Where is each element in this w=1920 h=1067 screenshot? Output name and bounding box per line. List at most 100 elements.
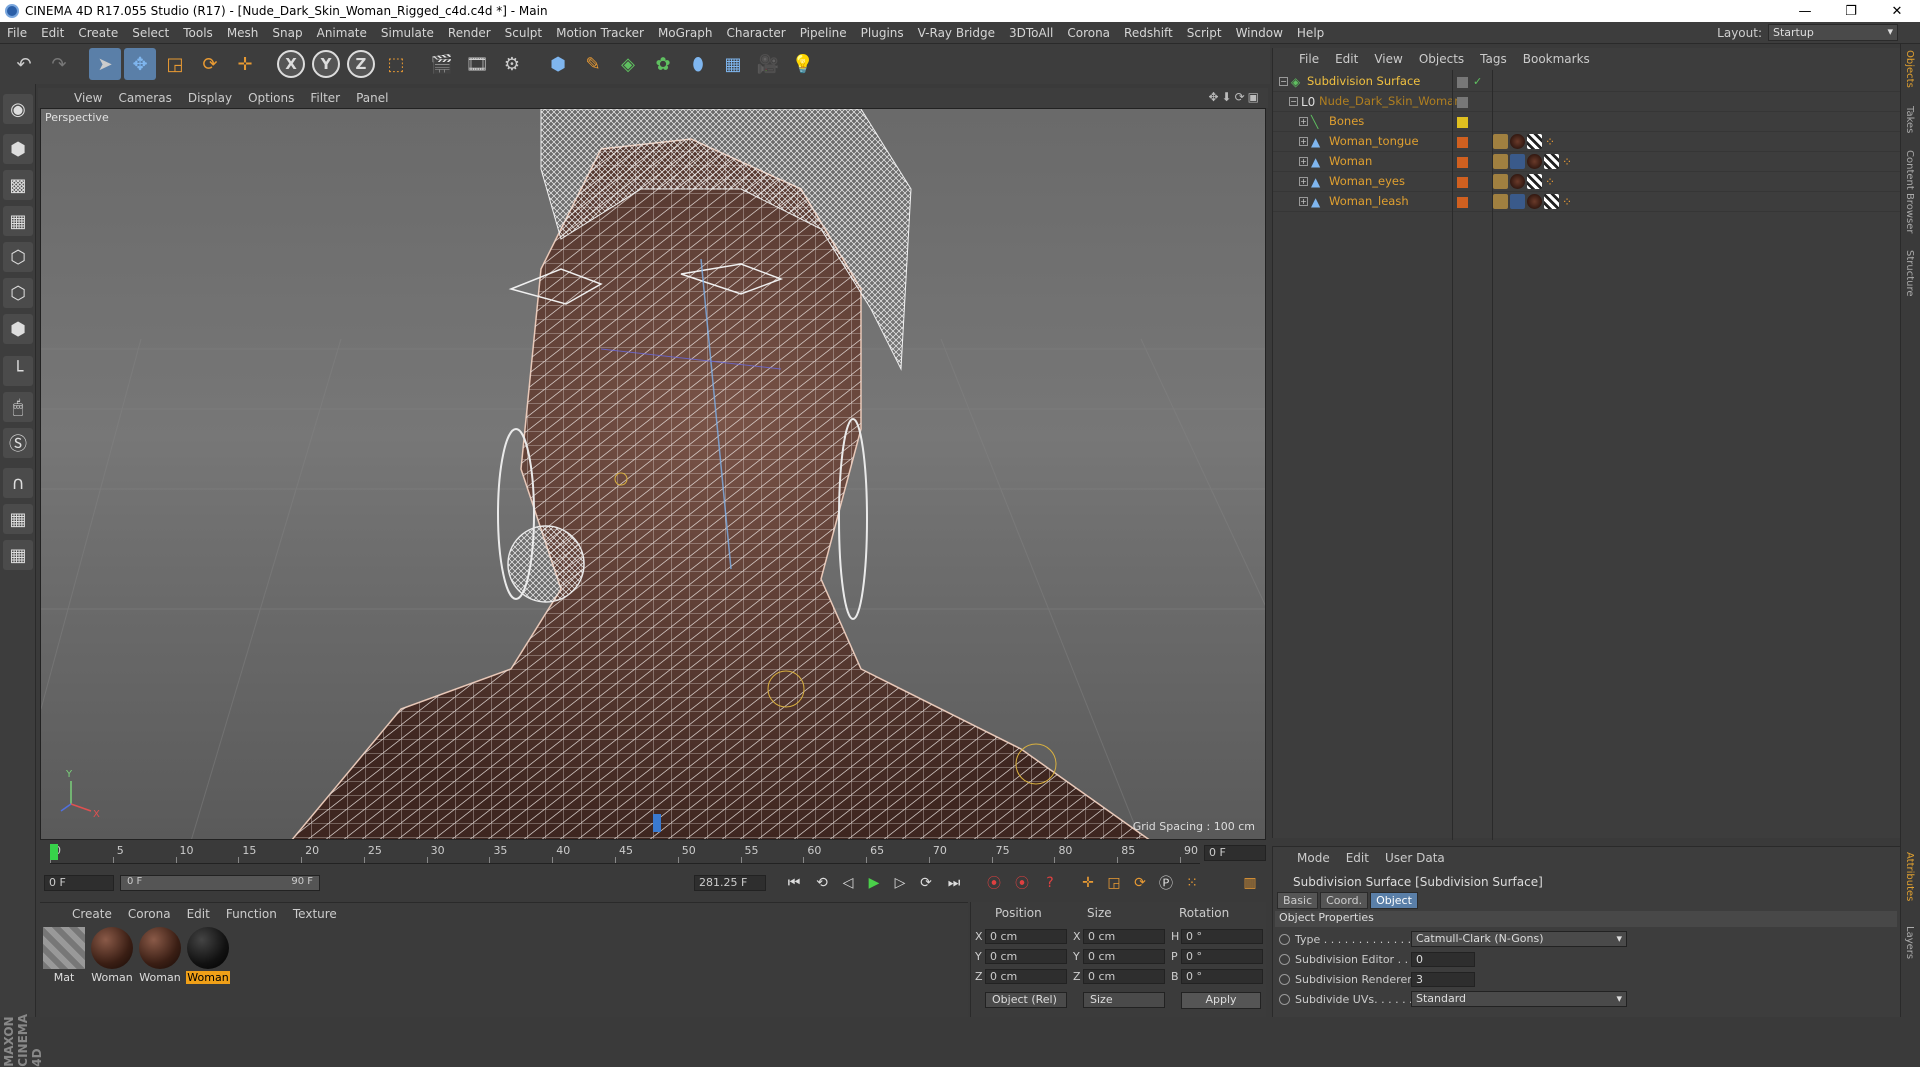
expand-toggle[interactable]: + — [1299, 177, 1308, 186]
scale-icon[interactable]: ◲ — [159, 48, 191, 80]
collapse-toggle[interactable]: − — [1279, 77, 1288, 86]
objects-menu-edit[interactable]: Edit — [1327, 52, 1366, 66]
object-row-nude-dark-skin-woman[interactable]: − L0 Nude_Dark_Skin_Woman — [1273, 92, 1901, 112]
end-frame-field[interactable]: 281.25 F — [694, 875, 766, 891]
tab-layers[interactable]: Layers — [1904, 926, 1915, 959]
size-mode-dropdown[interactable]: Size — [1083, 992, 1165, 1008]
object-row-bones[interactable]: + ╲ Bones — [1273, 112, 1901, 132]
viewport-menu-cameras[interactable]: Cameras — [110, 91, 179, 105]
material-menu-function[interactable]: Function — [218, 907, 285, 921]
key-rotation-icon[interactable]: ⟳ — [1128, 871, 1152, 895]
menu-window[interactable]: Window — [1229, 26, 1290, 40]
rotation-h-field[interactable]: 0 ° — [1181, 928, 1263, 944]
edges-mode-icon[interactable]: ⬡ — [3, 278, 33, 308]
menu-simulate[interactable]: Simulate — [374, 26, 441, 40]
menu-3dtoall[interactable]: 3DToAll — [1002, 26, 1060, 40]
deformer-icon[interactable]: ⬮ — [682, 48, 714, 80]
autokey-icon[interactable]: ⦿ — [1010, 871, 1034, 895]
key-scale-icon[interactable]: ◲ — [1102, 871, 1126, 895]
skin-tag-icon[interactable] — [1510, 154, 1525, 169]
menu-help[interactable]: Help — [1290, 26, 1331, 40]
attributes-menu-edit[interactable]: Edit — [1338, 851, 1377, 865]
undo-icon[interactable]: ↶ — [8, 48, 40, 80]
material-menu-texture[interactable]: Texture — [285, 907, 345, 921]
camera-icon[interactable]: 🎥 — [752, 48, 784, 80]
material-tag-icon[interactable] — [1527, 194, 1542, 209]
viewport-menu-panel[interactable]: Panel — [348, 91, 396, 105]
viewport-menu-display[interactable]: Display — [180, 91, 240, 105]
minimize-button[interactable]: — — [1782, 0, 1828, 22]
subdivision-editor-field[interactable]: 0 — [1411, 952, 1475, 967]
tab-structure[interactable]: Structure — [1904, 250, 1915, 297]
menu-mograph[interactable]: MoGraph — [651, 26, 720, 40]
model-mode-icon[interactable]: ⬢ — [3, 134, 33, 164]
position-z-field[interactable]: 0 cm — [985, 968, 1067, 984]
layer-color-icon[interactable] — [1457, 197, 1468, 208]
menu-sculpt[interactable]: Sculpt — [498, 26, 549, 40]
layer-color-icon[interactable] — [1457, 117, 1468, 128]
polygons-mode-icon[interactable]: ⬢ — [3, 314, 33, 344]
menu-pipeline[interactable]: Pipeline — [793, 26, 854, 40]
tab-coord[interactable]: Coord. — [1320, 892, 1369, 909]
menu-tools[interactable]: Tools — [176, 26, 220, 40]
move-icon[interactable]: ✥ — [124, 48, 156, 80]
objects-menu-objects[interactable]: Objects — [1411, 52, 1472, 66]
workplane-lock-icon[interactable]: ▦ — [3, 504, 33, 534]
points-mode-icon[interactable]: ⬡ — [3, 242, 33, 272]
layer-icon[interactable] — [1457, 77, 1468, 88]
animate-toggle-icon[interactable] — [1279, 994, 1290, 1005]
uvw-tag-icon[interactable] — [1544, 154, 1559, 169]
type-dropdown[interactable]: Catmull-Clark (N-Gons) — [1411, 931, 1627, 947]
objects-menu-view[interactable]: View — [1366, 52, 1410, 66]
timeline-cursor[interactable] — [50, 844, 58, 860]
axis-mode-icon[interactable]: └ — [3, 356, 33, 386]
texture-mode-icon[interactable]: ▩ — [3, 170, 33, 200]
tab-content-browser[interactable]: Content Browser — [1904, 150, 1915, 233]
menu-motion-tracker[interactable]: Motion Tracker — [549, 26, 651, 40]
menu-snap[interactable]: Snap — [265, 26, 309, 40]
render-settings-icon[interactable]: ⚙ — [496, 48, 528, 80]
coordinate-system-icon[interactable]: ⬚ — [380, 48, 412, 80]
layout-select[interactable]: Startup — [1768, 24, 1898, 41]
animate-toggle-icon[interactable] — [1279, 974, 1290, 985]
preview-range-slider[interactable]: 0 F 90 F — [120, 875, 320, 891]
previous-frame-icon[interactable]: ◁ — [836, 871, 860, 895]
menu-character[interactable]: Character — [719, 26, 792, 40]
redo-icon[interactable]: ↷ — [43, 48, 75, 80]
viewport-navigation-icons[interactable]: ✥⬇⟳▣ — [1208, 90, 1262, 104]
move-axis-icon[interactable]: ✛ — [229, 48, 261, 80]
record-active-icon[interactable]: ⦿ — [982, 871, 1006, 895]
menu-select[interactable]: Select — [125, 26, 176, 40]
cube-icon[interactable]: ⬢ — [542, 48, 574, 80]
menu-edit[interactable]: Edit — [34, 26, 71, 40]
uvw-tag-icon[interactable] — [1544, 194, 1559, 209]
menu-render[interactable]: Render — [441, 26, 498, 40]
frame-ruler[interactable]: 051015202530354045505560657075808590 — [50, 842, 1200, 864]
material-swatch[interactable]: Mat — [42, 927, 86, 984]
layer-color-icon[interactable] — [1457, 157, 1468, 168]
objects-menu-tags[interactable]: Tags — [1472, 52, 1515, 66]
current-frame-field[interactable]: 0 F — [1204, 845, 1266, 861]
material-menu-corona[interactable]: Corona — [120, 907, 179, 921]
previous-key-icon[interactable]: ⟲ — [810, 871, 834, 895]
menu-animate[interactable]: Animate — [310, 26, 374, 40]
viewport-menu-filter[interactable]: Filter — [302, 91, 348, 105]
material-swatch[interactable]: Woman — [90, 927, 134, 984]
material-tag-icon[interactable] — [1510, 134, 1525, 149]
menu-file[interactable]: File — [0, 26, 34, 40]
object-row-woman[interactable]: + ▲ Woman ⁘ — [1273, 152, 1901, 172]
tab-basic[interactable]: Basic — [1277, 892, 1319, 909]
grid-snap-icon[interactable]: ▦ — [3, 540, 33, 570]
snap-icon[interactable]: Ⓢ — [3, 428, 33, 458]
size-y-field[interactable]: 0 cm — [1083, 948, 1165, 964]
expand-toggle[interactable]: + — [1299, 117, 1308, 126]
subdivide-uvs-dropdown[interactable]: Standard — [1411, 991, 1627, 1007]
object-row-subdivision-surface[interactable]: − ◈ Subdivision Surface ✓ — [1273, 72, 1901, 92]
tab-object[interactable]: Object — [1370, 892, 1418, 909]
menu-plugins[interactable]: Plugins — [854, 26, 911, 40]
weight-tag-icon[interactable]: ⁘ — [1562, 195, 1572, 209]
weight-tag-icon[interactable]: ⁘ — [1545, 135, 1555, 149]
subdivision-renderer-field[interactable]: 3 — [1411, 972, 1475, 987]
layer-color-icon[interactable] — [1457, 137, 1468, 148]
attributes-menu-user-data[interactable]: User Data — [1377, 851, 1453, 865]
